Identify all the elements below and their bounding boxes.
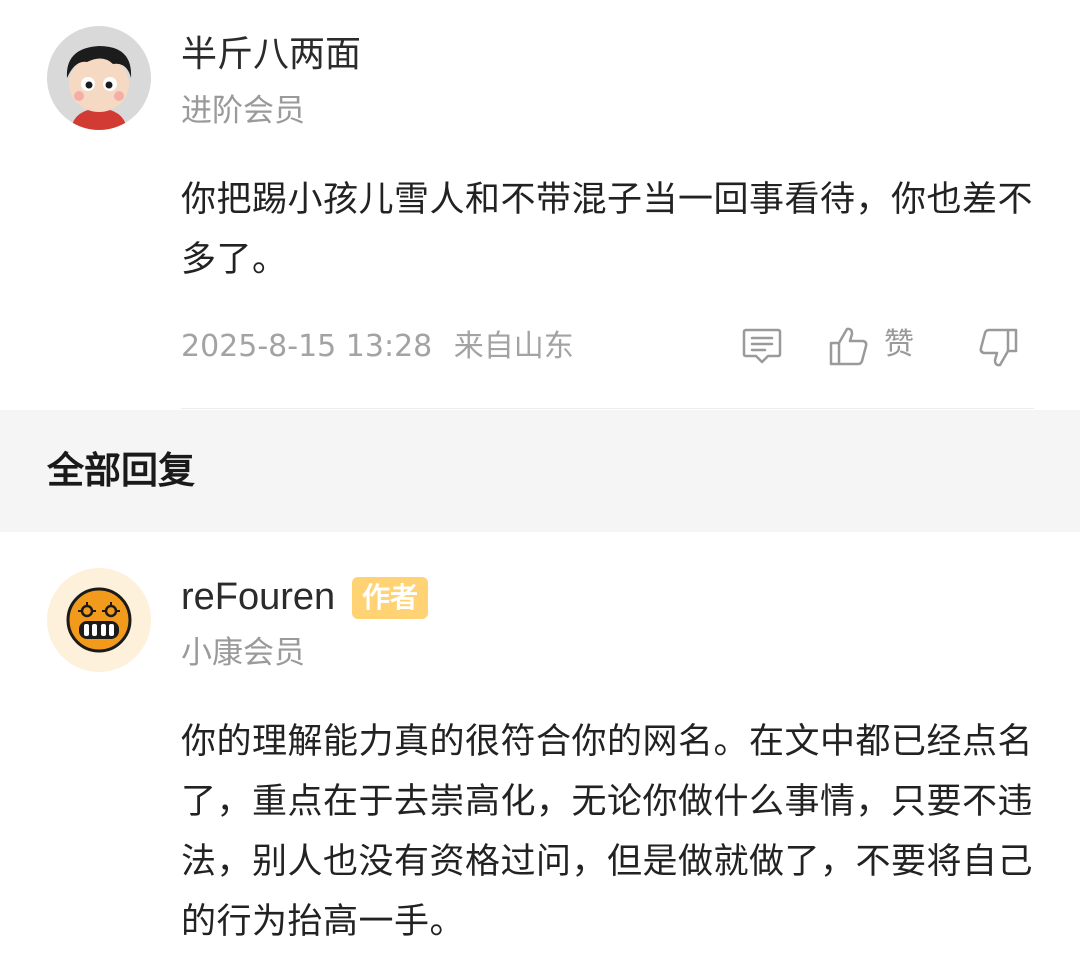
divider (181, 408, 1034, 409)
comment-text: 你把踢小孩儿雪人和不带混子当一回事看待，你也差不多了。 (181, 180, 1034, 280)
dislike-button[interactable] (977, 327, 1019, 369)
comment-button[interactable] (741, 325, 783, 367)
top-comment: 半斤八两面 进阶会员 你把踢小孩儿雪人和不带混子当一回事看待，你也差不多了。 2… (0, 0, 1080, 410)
location: 来自山东 (453, 329, 574, 364)
timestamp: 2025-8-15 13:28 (181, 329, 433, 364)
reply-comment: reFouren 作者 小康会员 你的理解能力真的很符合你的网名。在文中都已经点… (0, 532, 1080, 978)
like-button[interactable]: 赞 (828, 325, 918, 367)
thumbs-down-icon (979, 328, 1018, 367)
author-badge: 作者 (352, 577, 429, 619)
member-level: 小康会员 (181, 635, 305, 671)
avatar[interactable] (47, 26, 151, 130)
comment-icon (742, 328, 782, 364)
username[interactable]: 半斤八两面 (181, 33, 361, 77)
thumbs-up-icon (829, 327, 868, 366)
robot-face-avatar-icon (47, 568, 151, 672)
avatar[interactable] (47, 568, 151, 672)
comment-meta: 2025-8-15 13:28 来自山东 (181, 327, 574, 367)
username[interactable]: reFouren (181, 575, 335, 619)
section-title: 全部回复 (47, 449, 195, 492)
cartoon-boy-avatar-icon (47, 26, 151, 130)
reply-text: 你的理解能力真的很符合你的网名。在文中都已经点名了，重点在于去崇高化，无论你做什… (181, 722, 1034, 942)
like-label: 赞 (884, 327, 914, 362)
member-level: 进阶会员 (181, 93, 305, 129)
